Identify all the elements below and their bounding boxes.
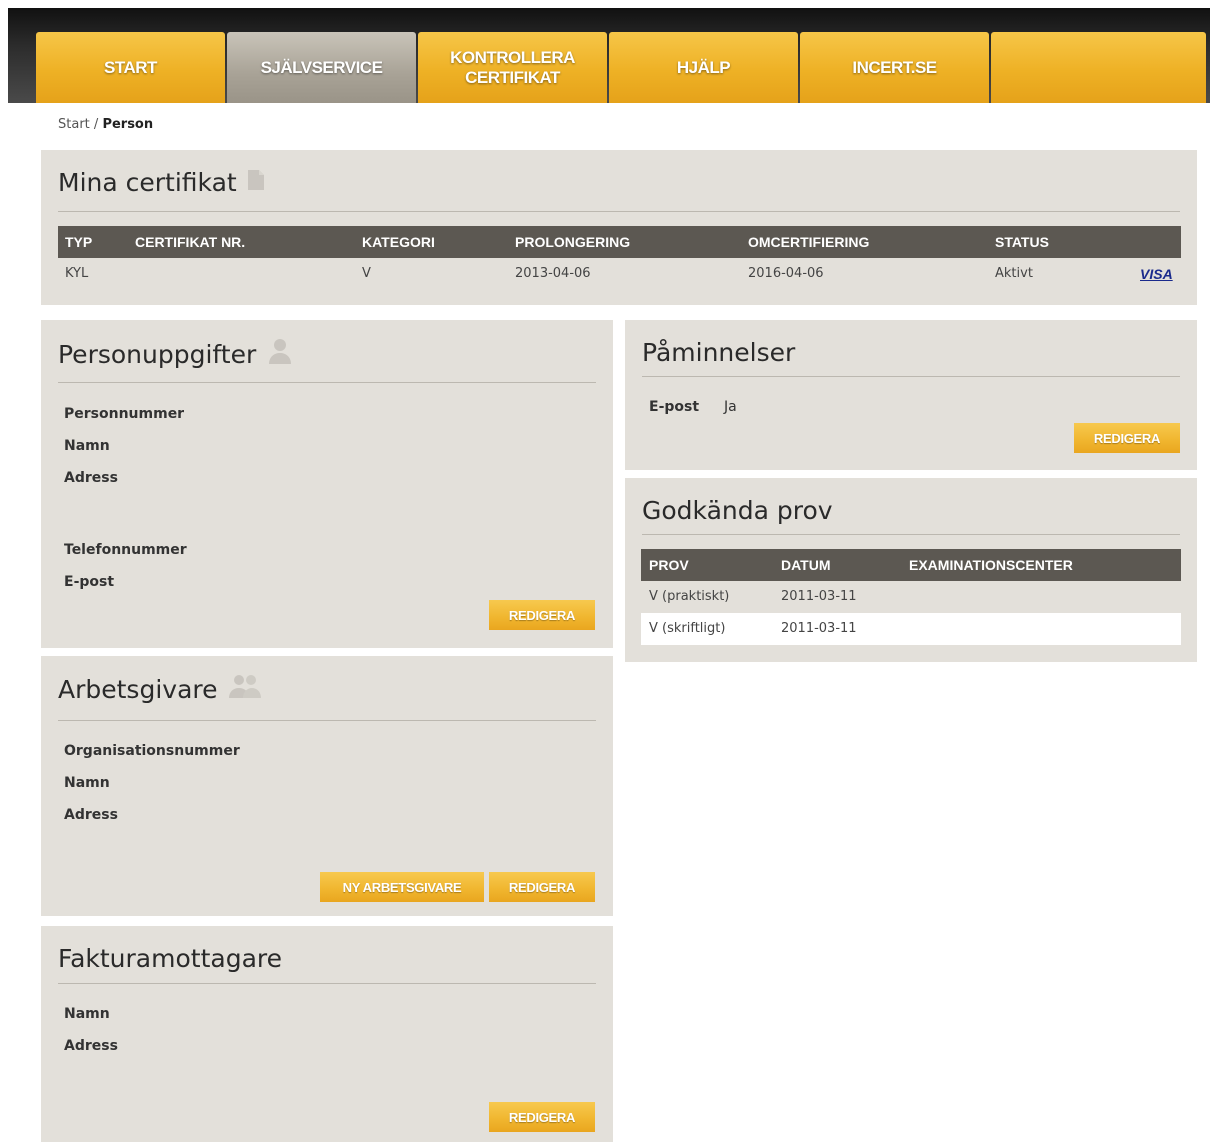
approved-exams-title: Godkända prov	[642, 495, 833, 527]
table-row: V (skriftligt) 2011-03-11	[641, 613, 1181, 645]
cell-status: Aktivt	[995, 266, 1033, 281]
exams-table-header: PROV DATUM EXAMINATIONSCENTER	[641, 549, 1181, 581]
certificates-table-header: TYP CERTIFIKAT NR. KATEGORI PROLONGERING…	[58, 226, 1181, 258]
tab-incert[interactable]: INCERT.SE	[800, 32, 989, 103]
field-label-employer-namn: Namn	[64, 775, 110, 791]
document-icon	[247, 167, 265, 199]
field-label-reminder-epost: E-post	[649, 399, 700, 415]
col-status: STATUS	[995, 234, 1049, 250]
tab-empty	[991, 32, 1206, 103]
edit-invoice-button[interactable]: REDIGERA	[489, 1102, 595, 1132]
cell-prolongering: 2013-04-06	[515, 266, 591, 281]
new-employer-button[interactable]: NY ARBETSGIVARE	[320, 872, 484, 902]
tab-hjalp[interactable]: HJÄLP	[609, 32, 798, 103]
cell-prov: V (praktiskt)	[649, 589, 730, 604]
table-row: V (praktiskt) 2011-03-11	[641, 581, 1181, 613]
col-certifikat-nr: CERTIFIKAT NR.	[135, 234, 246, 250]
person-icon	[266, 337, 294, 373]
employer-title: Arbetsgivare	[58, 673, 262, 707]
cell-prov: V (skriftligt)	[649, 621, 726, 636]
cell-datum: 2011-03-11	[781, 621, 857, 636]
breadcrumb-home[interactable]: Start	[58, 117, 90, 132]
col-prov: PROV	[649, 557, 689, 573]
cell-omcertifiering: 2016-04-06	[748, 266, 824, 281]
field-label-organisationsnummer: Organisationsnummer	[64, 743, 240, 759]
breadcrumb: Start / Person	[58, 117, 153, 132]
col-prolongering: PROLONGERING	[515, 234, 631, 250]
reminders-panel: Påminnelser E-post Ja REDIGERA	[625, 320, 1197, 470]
col-kategori: KATEGORI	[362, 234, 435, 250]
invoice-recipient-divider	[58, 983, 596, 984]
edit-employer-button[interactable]: REDIGERA	[489, 872, 595, 902]
cell-datum: 2011-03-11	[781, 589, 857, 604]
visa-link[interactable]: VISA	[1140, 266, 1173, 282]
table-row: KYL V 2013-04-06 2016-04-06 Aktivt	[58, 258, 1181, 290]
field-label-employer-adress: Adress	[64, 807, 118, 823]
field-label-epost: E-post	[64, 574, 115, 590]
main-nav: START SJÄLVSERVICE KONTROLLERA CERTIFIKA…	[36, 32, 1206, 103]
reminders-title: Påminnelser	[642, 337, 795, 369]
group-icon	[228, 673, 262, 707]
employer-title-text: Arbetsgivare	[58, 675, 218, 704]
approved-exams-divider	[642, 534, 1180, 535]
reminders-title-text: Påminnelser	[642, 338, 796, 367]
tab-kontrollera-certifikat[interactable]: KONTROLLERA CERTIFIKAT	[418, 32, 607, 103]
certificates-title: Mina certifikat	[58, 167, 265, 199]
field-label-telefonnummer: Telefonnummer	[64, 542, 187, 558]
invoice-recipient-title: Fakturamottagare	[58, 943, 282, 975]
cell-typ: KYL	[65, 266, 89, 281]
breadcrumb-current: Person	[102, 117, 154, 132]
col-typ: TYP	[65, 234, 93, 250]
reminder-epost-value: Ja	[724, 399, 737, 415]
col-examinationscenter: EXAMINATIONSCENTER	[909, 557, 1073, 573]
field-label-personnummer: Personnummer	[64, 406, 185, 422]
breadcrumb-separator: /	[93, 117, 99, 132]
approved-exams-panel: Godkända prov PROV DATUM EXAMINATIONSCEN…	[625, 478, 1197, 662]
personal-info-title-text: Personuppgifter	[58, 340, 257, 369]
invoice-recipient-panel: Fakturamottagare Namn Adress REDIGERA	[41, 926, 613, 1142]
col-datum: DATUM	[781, 557, 831, 573]
field-label-invoice-namn: Namn	[64, 1006, 110, 1022]
personal-info-panel: Personuppgifter Personnummer Namn Adress…	[41, 320, 613, 648]
reminders-divider	[642, 376, 1180, 377]
personal-info-title: Personuppgifter	[58, 337, 294, 373]
invoice-recipient-title-text: Fakturamottagare	[58, 944, 282, 973]
edit-reminders-button[interactable]: REDIGERA	[1074, 423, 1180, 453]
personal-info-divider	[58, 382, 596, 383]
approved-exams-title-text: Godkända prov	[642, 496, 833, 525]
field-label-invoice-adress: Adress	[64, 1038, 118, 1054]
certificates-panel: Mina certifikat TYP CERTIFIKAT NR. KATEG…	[41, 150, 1197, 305]
employer-divider	[58, 720, 596, 721]
certificates-divider	[58, 211, 1180, 212]
certificates-title-text: Mina certifikat	[58, 168, 237, 197]
cell-kategori: V	[362, 266, 371, 281]
field-label-adress: Adress	[64, 470, 118, 486]
employer-panel: Arbetsgivare Organisationsnummer Namn Ad…	[41, 656, 613, 916]
col-omcertifiering: OMCERTIFIERING	[748, 234, 870, 250]
edit-personal-button[interactable]: REDIGERA	[489, 600, 595, 630]
tab-start[interactable]: START	[36, 32, 225, 103]
field-label-namn: Namn	[64, 438, 110, 454]
tab-sjalvservice[interactable]: SJÄLVSERVICE	[227, 32, 416, 103]
